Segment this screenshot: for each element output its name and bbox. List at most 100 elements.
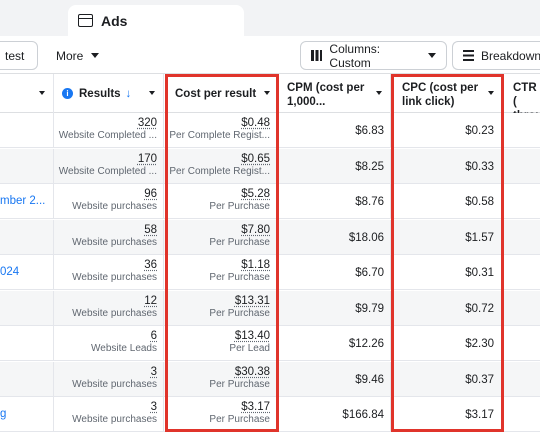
- ad-name-link[interactable]: [0, 148, 54, 184]
- chevron-down-icon[interactable]: [376, 91, 382, 95]
- cost-per-result-value[interactable]: $3.17: [241, 401, 270, 413]
- cost-per-result-value[interactable]: $30.38: [235, 366, 270, 378]
- ad-name-link[interactable]: [0, 361, 54, 397]
- cpm-column-header[interactable]: CPM (cost per 1,000...: [279, 74, 391, 113]
- results-value[interactable]: 6: [151, 330, 157, 342]
- cpc-value: $0.72: [391, 290, 503, 326]
- result-type: Website purchases: [72, 307, 157, 319]
- cpm-value: $166.84: [279, 397, 391, 432]
- table-row[interactable]: 170 Website Completed ... $0.65 Per Complet…: [0, 148, 540, 184]
- ctr-value: [503, 291, 540, 326]
- test-button-label: test: [5, 48, 25, 63]
- results-column-header[interactable]: i Results ↓: [54, 74, 164, 113]
- cost-per-result-value[interactable]: $13.40: [235, 330, 270, 342]
- ad-name-link[interactable]: [0, 113, 54, 148]
- ctr-header-line1: CTR (: [513, 82, 537, 108]
- results-value[interactable]: 36: [144, 259, 157, 271]
- cost-per-result-value[interactable]: $5.28: [241, 188, 270, 200]
- cost-per-result-type: Per Purchase: [209, 272, 270, 283]
- cost-per-result-type: Per Complete Regist...: [169, 130, 270, 141]
- tab-bar: Ads: [0, 0, 540, 36]
- cost-per-result-type: Per Purchase: [209, 236, 270, 248]
- results-value[interactable]: 3: [151, 366, 157, 378]
- table-row[interactable]: 024 36 Website purchases $1.18 Per Purchase $…: [0, 255, 540, 290]
- cpm-header-line2: 1,000...: [287, 96, 326, 108]
- test-button[interactable]: test: [0, 41, 38, 70]
- cost-per-result-column-header[interactable]: Cost per result: [164, 74, 279, 113]
- results-value[interactable]: 96: [144, 188, 157, 200]
- chevron-down-icon[interactable]: [264, 91, 270, 95]
- ad-name-link[interactable]: g: [0, 397, 54, 432]
- cpc-value: $0.23: [391, 113, 503, 148]
- result-type: Website purchases: [72, 378, 157, 390]
- cpm-value: $18.06: [279, 219, 391, 255]
- cpm-value: $6.83: [279, 113, 391, 148]
- chevron-down-icon: [428, 53, 436, 58]
- columns-button[interactable]: Columns: Custom: [300, 41, 447, 70]
- ad-name-link[interactable]: [0, 219, 54, 255]
- ctr-value: [503, 255, 540, 290]
- table-row[interactable]: 3 Website purchases $30.38 Per Purchase $9.4…: [0, 361, 540, 397]
- cost-per-result-value[interactable]: $1.18: [241, 259, 270, 271]
- breakdown-button-label: Breakdown: [481, 48, 540, 63]
- table-row[interactable]: mber 2... 96 Website purchases $5.28 Per Pur…: [0, 184, 540, 219]
- cpc-header-line1: CPC (cost per: [402, 82, 479, 94]
- result-type: Website purchases: [72, 414, 157, 425]
- chevron-down-icon[interactable]: [488, 91, 494, 95]
- ads-table: i Results ↓ Cost per result CPM (cost pe…: [0, 74, 540, 432]
- cpc-value: $1.57: [391, 219, 503, 255]
- ad-name-link[interactable]: mber 2...: [0, 184, 54, 219]
- table-row[interactable]: 320 Website Completed ... $0.48 Per Complet…: [0, 113, 540, 148]
- ctr-value: [503, 220, 540, 255]
- cpm-value: $8.25: [279, 148, 391, 184]
- results-value[interactable]: 3: [151, 401, 157, 413]
- cost-per-result-value[interactable]: $13.31: [235, 295, 270, 307]
- cpc-value: $2.30: [391, 326, 503, 361]
- cost-per-result-cell: $30.38 Per Purchase: [164, 361, 279, 397]
- sort-descending-icon: ↓: [125, 87, 132, 100]
- chevron-down-icon[interactable]: [39, 91, 45, 95]
- results-cell: 12 Website purchases: [54, 290, 164, 326]
- results-cell: 3 Website purchases: [54, 397, 164, 432]
- cost-per-result-type: Per Purchase: [209, 414, 270, 425]
- name-column-header[interactable]: [0, 74, 54, 113]
- ctr-value: [503, 184, 540, 219]
- results-value[interactable]: 58: [144, 224, 157, 236]
- cost-per-result-type: Per Complete Regist...: [169, 165, 270, 177]
- cost-per-result-value[interactable]: $0.65: [241, 153, 270, 165]
- results-value[interactable]: 12: [144, 295, 157, 307]
- ctr-column-header[interactable]: CTR (throu: [503, 74, 540, 113]
- results-cell: 96 Website purchases: [54, 184, 164, 219]
- ctr-value: [503, 149, 540, 184]
- cpc-column-header[interactable]: CPC (cost per link click): [391, 74, 503, 113]
- results-value[interactable]: 170: [138, 153, 157, 165]
- cost-per-result-type: Per Lead: [229, 343, 270, 354]
- chevron-down-icon: [91, 53, 100, 58]
- table-header: i Results ↓ Cost per result CPM (cost pe…: [0, 74, 540, 113]
- cpm-header-line1: CPM (cost per: [287, 82, 365, 94]
- table-row[interactable]: 6 Website Leads $13.40 Per Lead $12.26 $2.30: [0, 326, 540, 361]
- table-row[interactable]: 58 Website purchases $7.80 Per Purchase $18.…: [0, 219, 540, 255]
- cost-per-result-cell: $0.65 Per Complete Regist...: [164, 148, 279, 184]
- ctr-value: [503, 113, 540, 148]
- result-type: Website purchases: [72, 236, 157, 248]
- results-value[interactable]: 320: [138, 117, 157, 129]
- cost-per-result-value[interactable]: $0.48: [241, 117, 270, 129]
- cost-per-result-type: Per Purchase: [209, 378, 270, 390]
- cost-per-result-cell: $0.48 Per Complete Regist...: [164, 113, 279, 148]
- chevron-down-icon[interactable]: [149, 91, 155, 95]
- breakdown-button[interactable]: Breakdown: [452, 41, 540, 70]
- cost-per-result-value[interactable]: $7.80: [241, 224, 270, 236]
- ad-name-link[interactable]: 024: [0, 255, 54, 290]
- ad-name-link[interactable]: [0, 290, 54, 326]
- table-row[interactable]: 12 Website purchases $13.31 Per Purchase $9.…: [0, 290, 540, 326]
- info-icon[interactable]: i: [62, 88, 73, 99]
- cpc-value: $0.37: [391, 361, 503, 397]
- tab-ads-label: Ads: [101, 12, 128, 29]
- more-button[interactable]: More: [46, 41, 109, 70]
- ad-name-link[interactable]: [0, 326, 54, 361]
- cost-per-result-cell: $7.80 Per Purchase: [164, 219, 279, 255]
- table-row[interactable]: g 3 Website purchases $3.17 Per Purchase $166…: [0, 397, 540, 432]
- tab-ads[interactable]: Ads: [68, 5, 244, 36]
- cpc-value: $3.17: [391, 397, 503, 432]
